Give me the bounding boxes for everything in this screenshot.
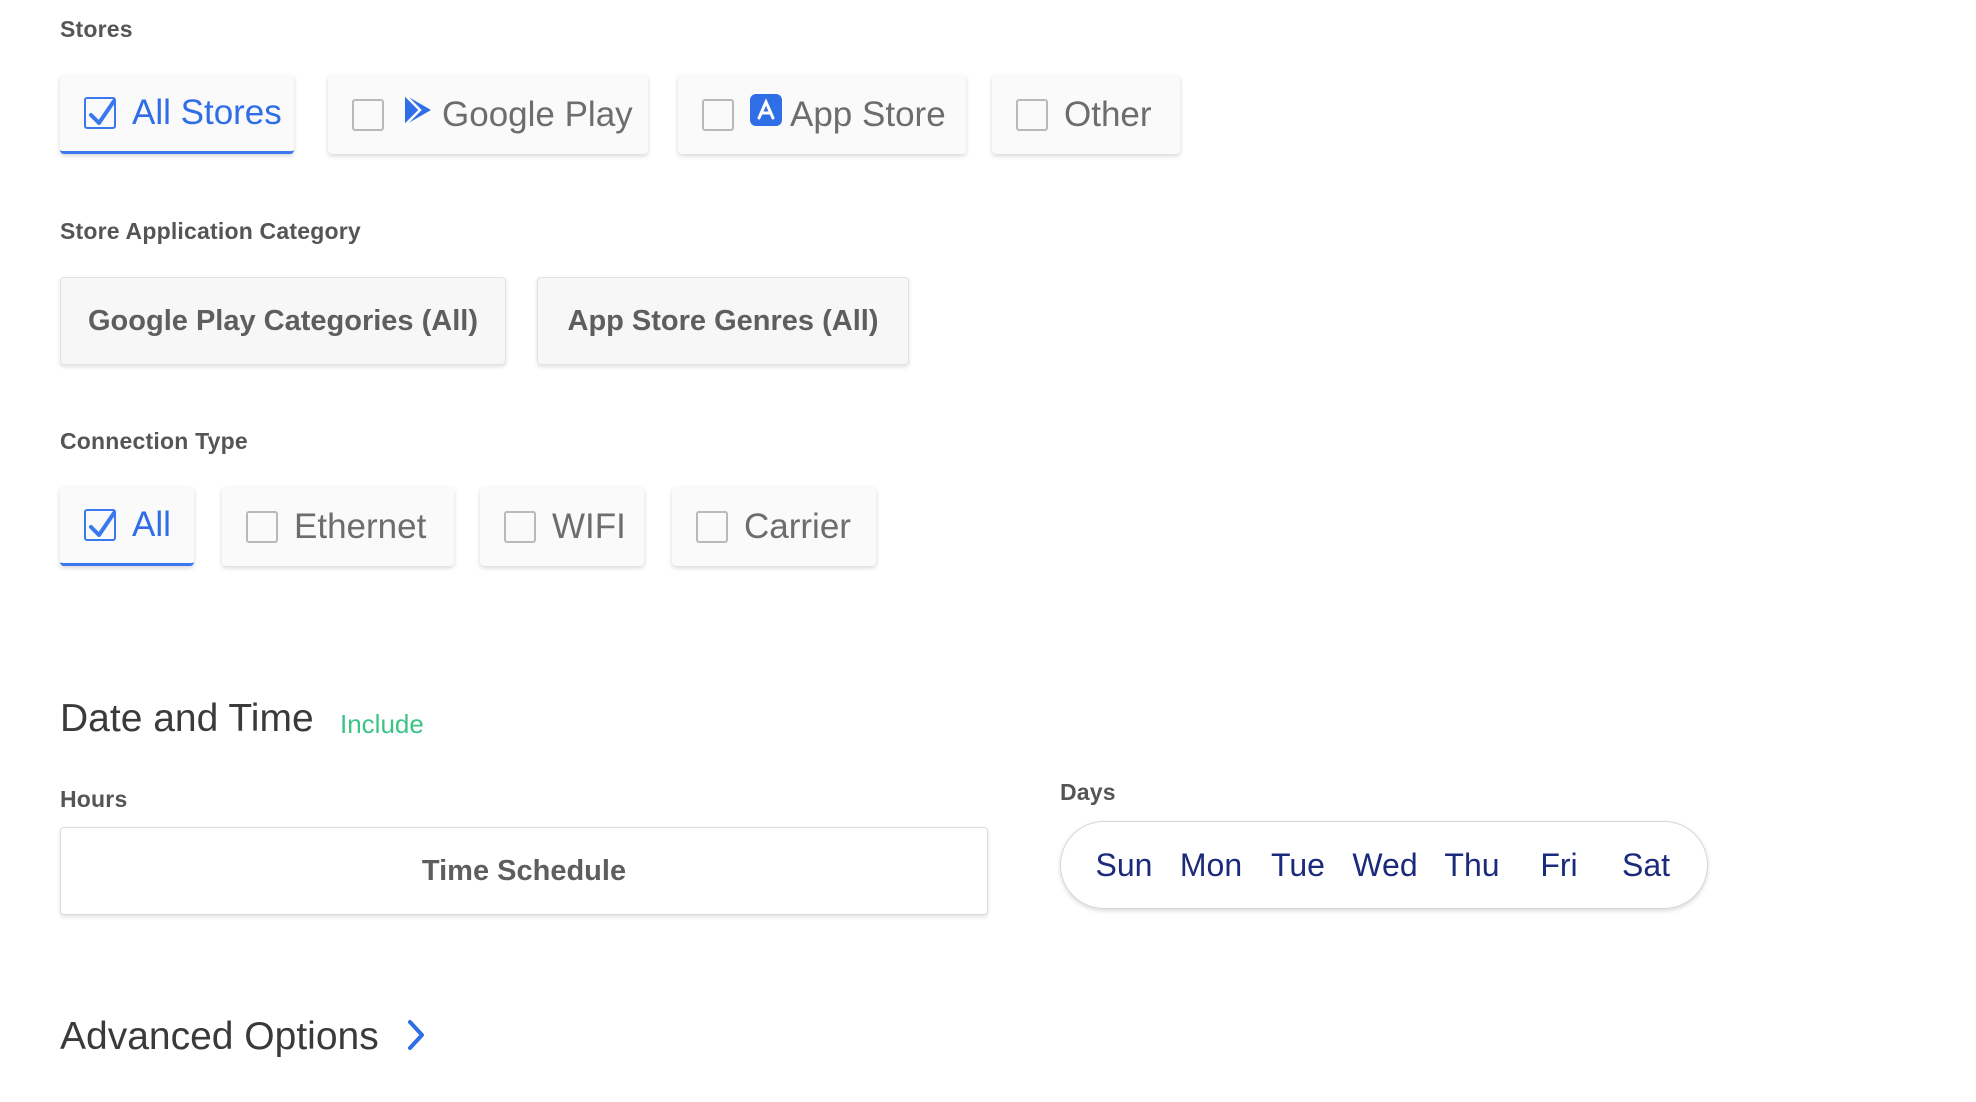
time-schedule-button[interactable]: Time Schedule <box>60 827 988 915</box>
checkbox-icon[interactable] <box>702 98 734 131</box>
advanced-options-toggle[interactable]: Advanced Options <box>60 1015 427 1059</box>
day-sun[interactable]: Sun <box>1096 822 1153 908</box>
day-tue[interactable]: Tue <box>1271 822 1325 908</box>
store-option-all-stores[interactable]: All Stores <box>60 75 294 154</box>
store-option-label: Other <box>1064 94 1152 134</box>
connection-option-wifi[interactable]: WIFI <box>480 487 644 566</box>
store-option-label: All Stores <box>132 93 282 132</box>
store-category-label: Store Application Category <box>60 218 361 244</box>
date-time-heading: Date and Time <box>60 697 314 740</box>
connection-option-label: Ethernet <box>294 506 427 546</box>
store-option-app-store[interactable]: App Store <box>678 75 966 154</box>
chevron-right-icon[interactable] <box>405 1018 427 1057</box>
day-sat[interactable]: Sat <box>1622 822 1670 908</box>
google-play-icon <box>400 93 434 136</box>
include-toggle[interactable]: Include <box>340 709 424 740</box>
stores-options: All Stores Google Play App Store Other <box>60 75 1180 157</box>
days-selector: Sun Mon Tue Wed Thu Fri Sat <box>1060 821 1708 909</box>
google-play-categories-button[interactable]: Google Play Categories (All) <box>60 277 506 365</box>
checkbox-icon[interactable] <box>352 98 384 131</box>
store-category-buttons: Google Play Categories (All) App Store G… <box>60 277 920 367</box>
store-option-label: App Store <box>790 94 946 134</box>
checkbox-checked-icon[interactable] <box>84 97 116 129</box>
checkbox-icon[interactable] <box>246 510 278 543</box>
connection-option-ethernet[interactable]: Ethernet <box>222 487 454 566</box>
store-option-google-play[interactable]: Google Play <box>328 75 648 154</box>
connection-option-label: All <box>132 505 171 544</box>
connection-type-label: Connection Type <box>60 428 248 454</box>
checkbox-icon[interactable] <box>696 510 728 543</box>
connection-option-label: Carrier <box>744 506 851 546</box>
connection-option-carrier[interactable]: Carrier <box>672 487 876 566</box>
days-label: Days <box>1060 779 1116 805</box>
app-store-genres-button[interactable]: App Store Genres (All) <box>537 277 909 365</box>
day-thu[interactable]: Thu <box>1444 822 1499 908</box>
checkbox-checked-icon[interactable] <box>84 509 116 541</box>
connection-type-options: All Ethernet WIFI Carrier <box>60 487 880 569</box>
day-fri[interactable]: Fri <box>1540 822 1577 908</box>
hours-label: Hours <box>60 786 128 812</box>
app-store-icon <box>750 94 782 135</box>
store-option-other[interactable]: Other <box>992 75 1180 154</box>
day-wed[interactable]: Wed <box>1352 822 1417 908</box>
checkbox-icon[interactable] <box>1016 98 1048 131</box>
connection-option-label: WIFI <box>552 506 626 546</box>
day-mon[interactable]: Mon <box>1180 822 1242 908</box>
stores-label: Stores <box>60 16 133 42</box>
advanced-options-label: Advanced Options <box>60 1015 379 1058</box>
store-option-label: Google Play <box>442 94 633 134</box>
checkbox-icon[interactable] <box>504 510 536 543</box>
connection-option-all[interactable]: All <box>60 487 194 566</box>
